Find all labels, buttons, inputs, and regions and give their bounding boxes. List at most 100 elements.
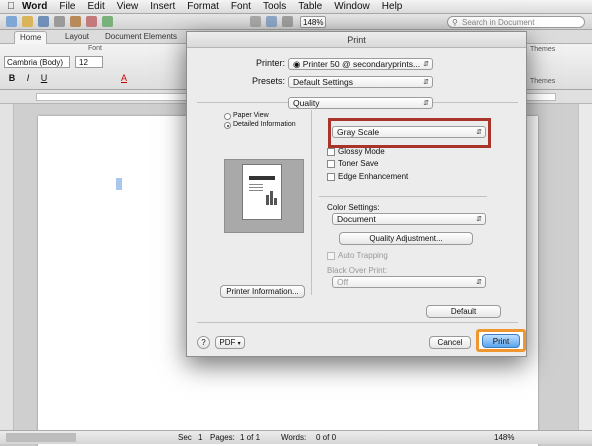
thumbnail-bar: [274, 198, 277, 205]
tab-document-elements[interactable]: Document Elements: [100, 31, 182, 43]
black-over-print-label: Black Over Print:: [327, 266, 388, 275]
panel-select[interactable]: Quality ⇵: [288, 97, 433, 109]
cancel-button[interactable]: Cancel: [429, 336, 471, 349]
pdf-button[interactable]: PDF ▾: [215, 336, 245, 349]
save-icon[interactable]: [38, 16, 49, 27]
status-zoom: 148%: [494, 433, 515, 442]
detailed-information-radio[interactable]: [224, 122, 231, 129]
new-document-icon[interactable]: [6, 16, 17, 27]
printer-label: Printer:: [255, 58, 285, 68]
font-name-select[interactable]: Cambria (Body): [4, 56, 70, 68]
auto-trapping-label: Auto Trapping: [338, 251, 388, 260]
chevron-updown-icon: ⇵: [476, 129, 482, 136]
thumbnail-bar: [266, 195, 269, 205]
undo-icon[interactable]: [86, 16, 97, 27]
presets-label: Presets:: [251, 76, 285, 86]
chevron-down-icon: ▾: [237, 341, 241, 347]
printer-information-button[interactable]: Printer Information...: [220, 285, 305, 298]
black-over-print-select[interactable]: Off ⇵: [332, 276, 486, 288]
print-icon[interactable]: [54, 16, 65, 27]
standard-toolbar: 148% ⚲ Search in Document: [0, 14, 592, 30]
menu-help[interactable]: Help: [382, 1, 403, 12]
redo-icon[interactable]: [102, 16, 113, 27]
underline-icon[interactable]: U: [38, 72, 50, 84]
paper-view-radio[interactable]: [224, 113, 231, 120]
menu-tools[interactable]: Tools: [263, 1, 286, 12]
menu-edit[interactable]: Edit: [88, 1, 105, 12]
themes-label-bottom: Themes: [530, 78, 556, 85]
paste-icon[interactable]: [70, 16, 81, 27]
themes-label: Themes: [530, 46, 556, 53]
menu-font[interactable]: Font: [231, 1, 251, 12]
printer-icon: ◉: [293, 59, 303, 69]
chevron-updown-icon: ⇵: [423, 61, 429, 68]
divider: [319, 196, 487, 197]
print-button[interactable]: Print: [482, 334, 520, 348]
menu-insert[interactable]: Insert: [150, 1, 175, 12]
italic-icon[interactable]: I: [22, 72, 34, 84]
glossy-mode-label: Glossy Mode: [338, 147, 385, 156]
tab-home[interactable]: Home: [14, 31, 48, 44]
help-button[interactable]: ?: [197, 336, 210, 349]
paper-view-label: Paper View: [233, 112, 269, 119]
default-button[interactable]: Default: [426, 305, 501, 318]
pages-label: Pages:: [210, 433, 235, 442]
divider: [197, 322, 518, 323]
vertical-ruler[interactable]: [0, 104, 14, 430]
edge-enhancement-label: Edge Enhancement: [338, 172, 409, 181]
color-settings-select[interactable]: Document ⇵: [332, 213, 486, 225]
print-dialog: Print Printer: ◉ Printer 50 @ secondaryp…: [186, 31, 527, 357]
section-value: 1: [198, 433, 203, 442]
zoom-select[interactable]: 148%: [300, 16, 326, 28]
color-settings-label: Color Settings:: [327, 203, 380, 212]
app-menu[interactable]: Word: [22, 1, 47, 12]
sidebar-icon[interactable]: [266, 16, 277, 27]
edge-enhancement-checkbox[interactable]: [327, 173, 335, 181]
media-icon[interactable]: [282, 16, 293, 27]
search-placeholder: Search in Document: [462, 18, 535, 27]
menu-table[interactable]: Table: [298, 1, 322, 12]
printer-select[interactable]: ◉ Printer 50 @ secondaryprints... ⇵: [288, 58, 433, 70]
tab-layout[interactable]: Layout: [60, 31, 94, 43]
menu-window[interactable]: Window: [334, 1, 370, 12]
open-folder-icon[interactable]: [22, 16, 33, 27]
chevron-updown-icon: ⇵: [476, 216, 482, 223]
gray-scale-select[interactable]: Gray Scale ⇵: [332, 126, 486, 138]
glossy-mode-checkbox[interactable]: [327, 148, 335, 156]
section-label: Sec: [178, 433, 192, 442]
chevron-updown-icon: ⇵: [423, 100, 429, 107]
paragraph-marks-icon[interactable]: [250, 16, 261, 27]
thumbnail-bar: [270, 191, 273, 205]
words-value: 0 of 0: [316, 433, 337, 442]
text-cursor-selection: [116, 178, 122, 190]
dialog-title: Print: [187, 32, 526, 48]
black-over-print-value: Off: [337, 277, 349, 287]
font-size-select[interactable]: 12: [75, 56, 103, 68]
gray-scale-value: Gray Scale: [337, 127, 380, 137]
color-settings-value: Document: [337, 214, 376, 224]
apple-icon[interactable]: : [0, 1, 22, 12]
thumbnail-text-line: [249, 190, 263, 191]
toner-save-checkbox[interactable]: [327, 160, 335, 168]
auto-trapping-checkbox[interactable]: [327, 252, 335, 260]
bold-icon[interactable]: B: [6, 72, 18, 84]
view-buttons[interactable]: [6, 433, 76, 442]
pages-value: 1 of 1: [240, 433, 261, 442]
quality-adjustment-button[interactable]: Quality Adjustment...: [339, 232, 473, 245]
presets-select[interactable]: Default Settings ⇵: [288, 76, 433, 88]
font-group-label: Font: [88, 45, 103, 52]
menu-view[interactable]: View: [117, 1, 139, 12]
font-color-icon[interactable]: A: [118, 72, 130, 84]
page-thumbnail: [242, 164, 282, 220]
chevron-updown-icon: ⇵: [423, 79, 429, 86]
toner-save-label: Toner Save: [338, 159, 379, 168]
print-button-highlight: Print: [476, 329, 526, 352]
detailed-information-label: Detailed Information: [233, 121, 296, 128]
presets-value: Default Settings: [293, 77, 354, 87]
vertical-scrollbar[interactable]: [578, 104, 592, 430]
status-bar: Sec 1 Pages: 1 of 1 Words: 0 of 0 148%: [0, 430, 592, 444]
search-input[interactable]: ⚲ Search in Document: [447, 16, 585, 28]
menu-file[interactable]: File: [59, 1, 75, 12]
menu-format[interactable]: Format: [187, 1, 219, 12]
chevron-updown-icon: ⇵: [476, 279, 482, 286]
